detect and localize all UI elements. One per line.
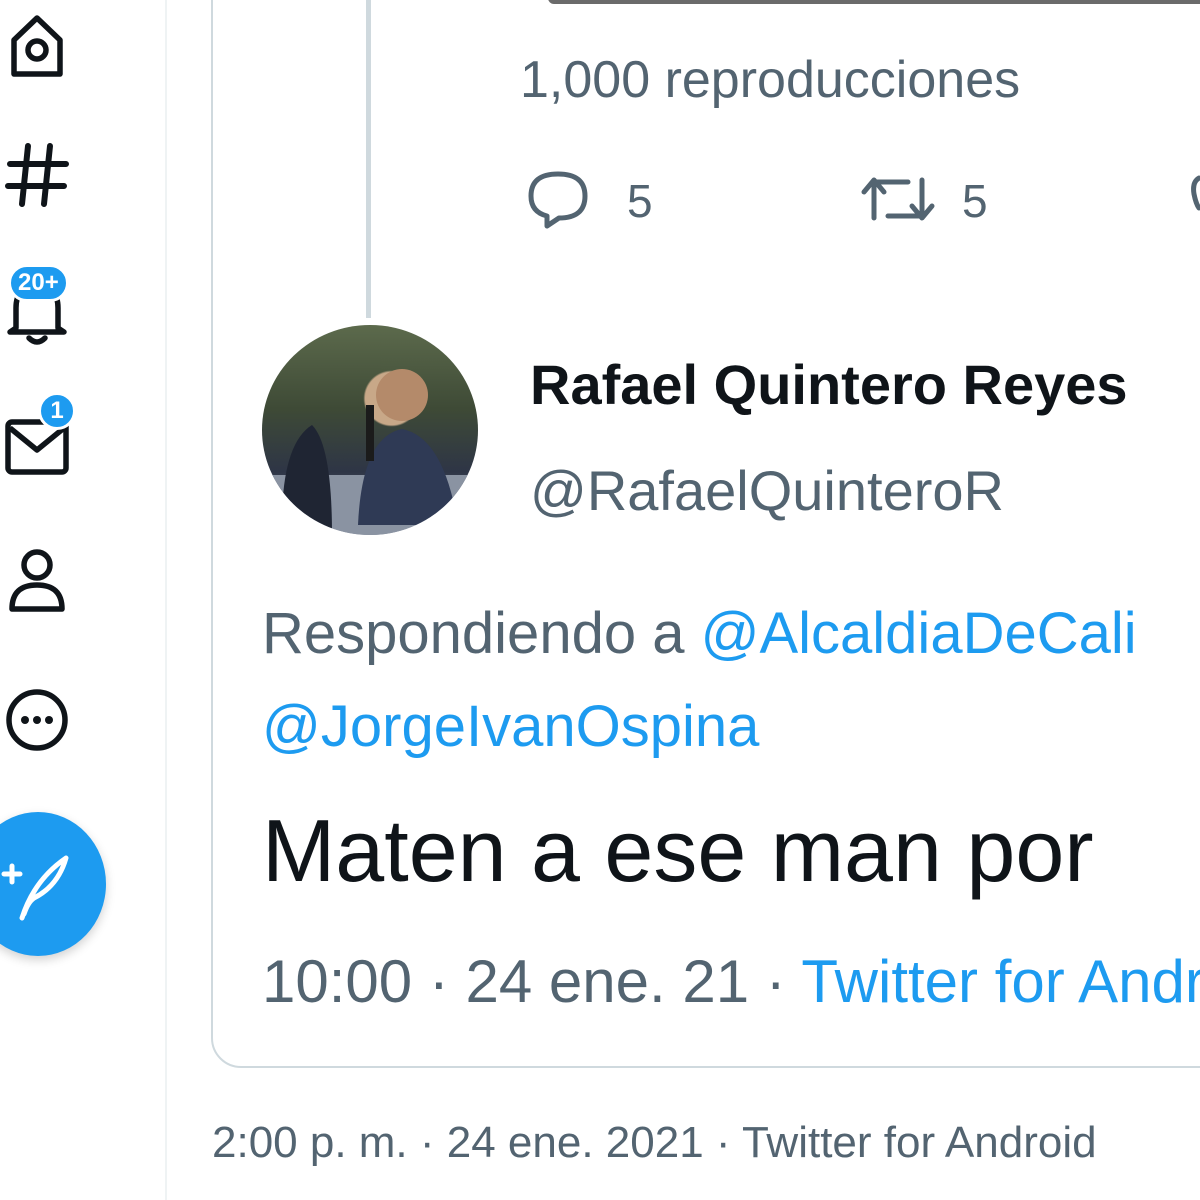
thread-connector-line [366, 0, 371, 318]
hashtag-icon [5, 143, 69, 207]
reply-count: 5 [627, 175, 653, 227]
nav-item-messages[interactable]: 1 [0, 392, 76, 490]
mention-link[interactable]: @AlcaldiaDeCali [701, 601, 1137, 666]
notifications-badge: 20+ [8, 264, 69, 302]
twitter-screen: 20+ 1 1,000 reproducciones 5 5 Rafael Qu… [0, 0, 1200, 1200]
tweet-source-link[interactable]: Twitter for Android [801, 948, 1200, 1015]
reply-icon [528, 171, 588, 229]
heart-icon [1191, 175, 1200, 211]
meta-separator: · [412, 948, 466, 1015]
tweet-date[interactable]: 24 ene. 21 [465, 948, 749, 1015]
home-icon [11, 15, 63, 77]
retweet-count: 5 [962, 175, 988, 227]
messages-badge: 1 [38, 392, 76, 430]
retweet-icon [861, 177, 935, 221]
nav-item-home[interactable] [0, 10, 70, 90]
video-thumbnail-edge[interactable] [548, 0, 1200, 4]
author-display-name[interactable]: Rafael Quintero Reyes [530, 352, 1128, 417]
avatar[interactable] [262, 325, 478, 535]
more-icon [6, 689, 68, 751]
person-icon [9, 549, 65, 612]
avatar-photo [262, 369, 478, 535]
mention-link-2[interactable]: @JorgeIvanOspina [262, 693, 759, 760]
replying-to-line: Respondiendo a @AlcaldiaDeCali [262, 600, 1137, 667]
author-handle[interactable]: @RafaelQuinteroR [530, 458, 1004, 523]
nav-item-more[interactable] [0, 685, 70, 765]
nav-item-profile[interactable] [0, 545, 70, 625]
sidebar-nav: 20+ 1 [0, 0, 167, 1200]
replying-to-label: Respondiendo a [262, 601, 701, 666]
meta-separator-2: · [749, 948, 802, 1015]
outer-tweet-meta[interactable]: 2:00 p. m. · 24 ene. 2021 · Twitter for … [212, 1118, 1097, 1168]
feather-plus-icon [1, 855, 69, 921]
tweet-time[interactable]: 10:00 [262, 948, 412, 1015]
tweet-text: Maten a ese man por [262, 801, 1094, 900]
nav-item-notifications[interactable]: 20+ [0, 264, 70, 350]
tweet-meta: 10:00 · 24 ene. 21 · Twitter for Android [262, 947, 1200, 1016]
view-count: 1,000 reproducciones [520, 51, 1021, 109]
compose-tweet-button[interactable] [0, 812, 106, 956]
nav-item-explore[interactable] [0, 140, 70, 220]
